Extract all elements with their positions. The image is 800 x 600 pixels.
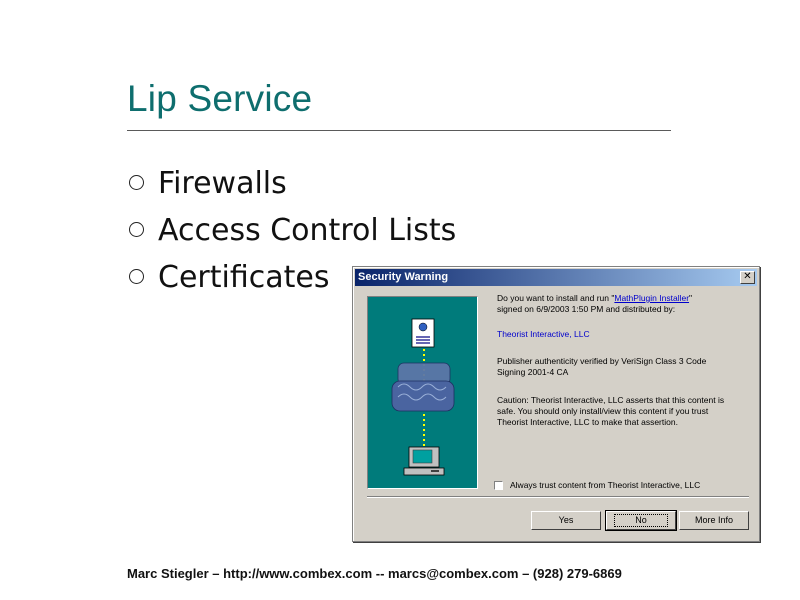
authenticity-text: Publisher authenticity verified by VeriS… — [497, 356, 747, 378]
authenticity-line-1: Publisher authenticity verified by VeriS… — [497, 356, 707, 366]
bullet-text: Firewalls — [158, 166, 287, 201]
caution-line-2: safe. You should only install/view this … — [497, 406, 709, 416]
more-info-button[interactable]: More Info — [679, 511, 749, 530]
bullet-text: Certificates — [158, 260, 330, 295]
computer-icon — [403, 446, 445, 476]
no-button[interactable]: No — [605, 510, 677, 531]
installer-link[interactable]: MathPlugin Installer — [614, 293, 689, 303]
caution-line-3: Theorist Interactive, LLC to make that a… — [497, 417, 678, 427]
circle-bullet-icon — [129, 175, 144, 190]
caution-line-1: Caution: Theorist Interactive, LLC asser… — [497, 395, 725, 405]
prompt-text: Do you want to install and run " — [497, 293, 615, 303]
dialog-title: Security Warning — [358, 271, 449, 283]
prompt-text-end: " — [689, 293, 693, 303]
certificate-document-icon — [411, 318, 435, 348]
no-button-label: No — [614, 514, 668, 527]
dialog-titlebar[interactable]: Security Warning ✕ — [355, 269, 757, 286]
close-icon: ✕ — [743, 271, 752, 282]
yes-button-label: Yes — [558, 515, 574, 525]
signed-date-text: signed on 6/9/2003 1:50 PM and distribut… — [497, 304, 676, 314]
bullet-text: Access Control Lists — [158, 213, 457, 248]
install-prompt: Do you want to install and run "MathPlug… — [497, 293, 747, 315]
always-trust-label[interactable]: Always trust content from Theorist Inter… — [510, 480, 700, 490]
slide-title: Lip Service — [127, 78, 313, 119]
bullet-item: Firewalls — [129, 164, 456, 211]
bullet-item: Access Control Lists — [129, 211, 456, 258]
title-divider — [127, 130, 671, 131]
yes-button[interactable]: Yes — [531, 511, 601, 530]
close-button[interactable]: ✕ — [740, 271, 755, 284]
security-warning-dialog: Security Warning ✕ Do you want to instal… — [352, 266, 760, 542]
circle-bullet-icon — [129, 222, 144, 237]
always-trust-checkbox[interactable] — [494, 481, 503, 490]
slide-footer: Marc Stiegler – http://www.combex.com --… — [127, 566, 622, 581]
security-illustration — [367, 296, 478, 489]
authenticity-line-2: Signing 2001-4 CA — [497, 367, 569, 377]
more-info-button-label: More Info — [694, 515, 734, 525]
dialog-divider — [367, 496, 749, 498]
firewall-icon — [391, 362, 455, 412]
caution-text: Caution: Theorist Interactive, LLC asser… — [497, 395, 747, 428]
circle-bullet-icon — [129, 269, 144, 284]
publisher-name: Theorist Interactive, LLC — [497, 329, 590, 339]
